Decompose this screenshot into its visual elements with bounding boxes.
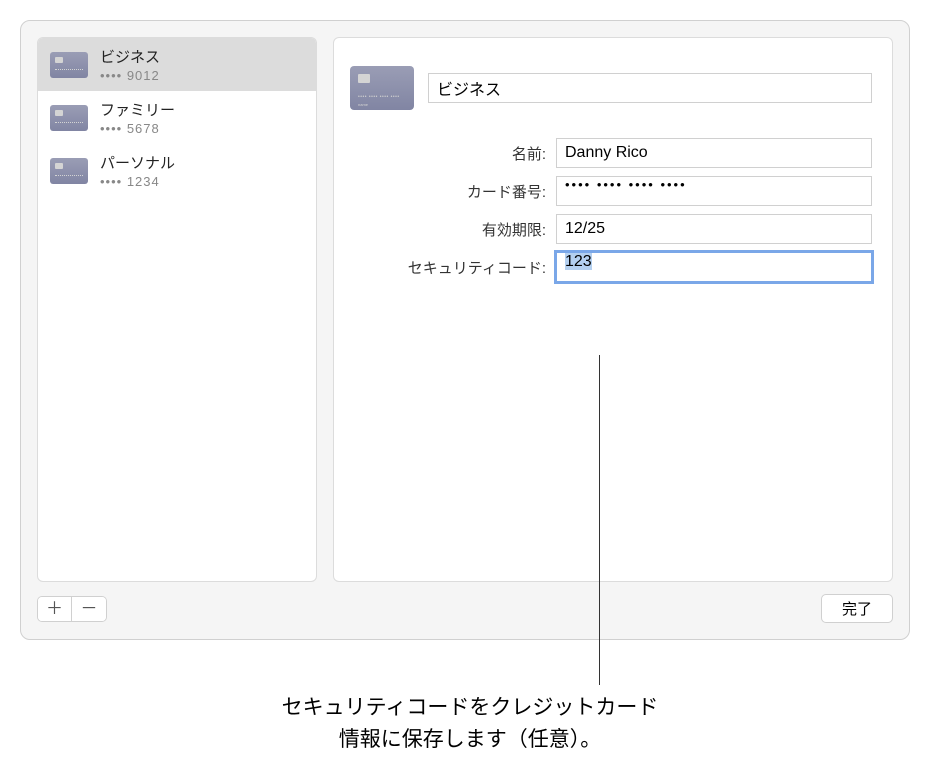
card-list-item[interactable]: パーソナル •••• 1234 xyxy=(38,144,316,197)
credit-card-icon xyxy=(50,158,88,184)
card-list-item[interactable]: ビジネス •••• 9012 xyxy=(38,38,316,91)
name-input[interactable] xyxy=(556,138,872,168)
bottom-bar: ＋ － 完了 xyxy=(21,586,909,639)
callout-text: セキュリティコードをクレジットカード 情報に保存します（任意）。 xyxy=(120,692,820,755)
remove-button[interactable]: － xyxy=(72,597,106,621)
name-label: 名前: xyxy=(350,143,556,164)
card-title: パーソナル xyxy=(100,152,175,173)
card-list-item[interactable]: ファミリー •••• 5678 xyxy=(38,91,316,144)
add-button[interactable]: ＋ xyxy=(38,597,72,621)
card-number-label: カード番号: xyxy=(350,181,556,202)
credit-card-icon: •••• •••• •••• •••• name xyxy=(350,66,414,110)
card-masked-number: •••• 9012 xyxy=(100,68,160,83)
done-button[interactable]: 完了 xyxy=(821,594,893,623)
add-remove-group: ＋ － xyxy=(37,596,107,622)
card-info: ビジネス •••• 9012 xyxy=(100,46,160,83)
card-number-input[interactable]: •••• •••• •••• •••• xyxy=(556,176,872,206)
security-code-input[interactable]: 123 xyxy=(556,252,872,282)
preferences-window: ビジネス •••• 9012 ファミリー •••• 5678 パーソナル •••… xyxy=(20,20,910,640)
card-title: ビジネス xyxy=(100,46,160,67)
card-masked-number: •••• 5678 xyxy=(100,121,175,136)
main-area: ビジネス •••• 9012 ファミリー •••• 5678 パーソナル •••… xyxy=(21,21,909,586)
detail-header: •••• •••• •••• •••• name xyxy=(350,66,872,110)
security-code-label: セキュリティコード: xyxy=(350,257,556,278)
card-detail-panel: •••• •••• •••• •••• name 名前: カード番号: ••••… xyxy=(333,37,893,582)
credit-card-icon xyxy=(50,105,88,131)
card-info: パーソナル •••• 1234 xyxy=(100,152,175,189)
card-info: ファミリー •••• 5678 xyxy=(100,99,175,136)
plus-icon: ＋ xyxy=(46,600,63,617)
callout-line xyxy=(599,355,600,685)
expiry-input[interactable] xyxy=(556,214,872,244)
card-title: ファミリー xyxy=(100,99,175,120)
credit-card-icon xyxy=(50,52,88,78)
card-list-sidebar: ビジネス •••• 9012 ファミリー •••• 5678 パーソナル •••… xyxy=(37,37,317,582)
card-masked-number: •••• 1234 xyxy=(100,174,175,189)
expiry-label: 有効期限: xyxy=(350,219,556,240)
minus-icon: － xyxy=(81,600,98,617)
card-title-input[interactable] xyxy=(428,73,872,103)
